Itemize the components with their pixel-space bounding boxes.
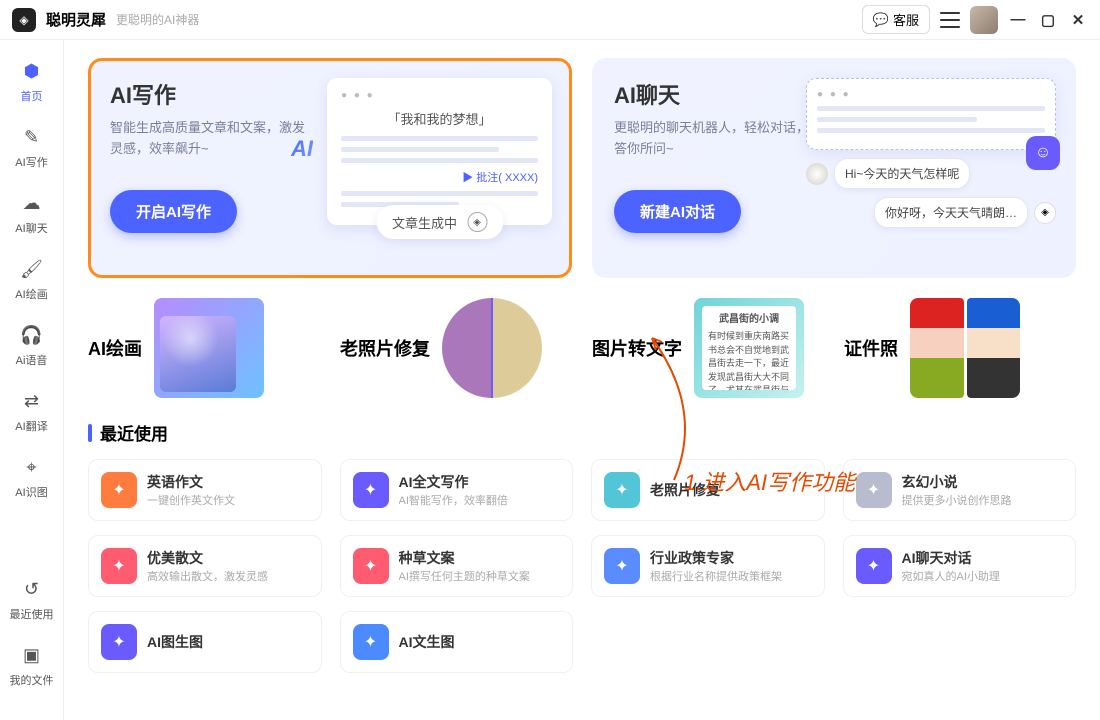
user-avatar[interactable]: [970, 6, 998, 34]
main-content: AI写作 智能生成高质量文章和文案，激发灵感，效率飙升~ 开启AI写作 AI ●…: [64, 40, 1100, 720]
hero-card-chat[interactable]: AI聊天 更聪明的聊天机器人，轻松对话，答你所问~ 新建AI对话 ● ● ● ☺…: [592, 58, 1076, 278]
sidebar-item-chat[interactable]: ☁AI聊天: [15, 190, 47, 236]
ai-badge: AI: [291, 136, 313, 162]
recent-item[interactable]: ✦AI聊天对话宛如真人的AI小助理: [843, 535, 1077, 597]
folder-icon: ▣: [19, 642, 45, 668]
chat-preview: ● ● ● ☺ Hi~今天的天气怎样呢 你好呀，今天天气晴朗…◈: [806, 78, 1056, 228]
sidebar-item-recent[interactable]: ↺最近使用: [10, 576, 54, 622]
paint-thumb: [154, 298, 264, 398]
new-ai-chat-button[interactable]: 新建AI对话: [614, 190, 741, 233]
headphone-icon: 🎧: [19, 322, 45, 348]
sidebar: ⬢首页 ✎AI写作 ☁AI聊天 🖌AI绘画 🎧Ai语音 ⇄AI翻译 ⌖AI识图 …: [0, 40, 64, 720]
user-avatar-icon: [806, 163, 828, 185]
window-minimize[interactable]: —: [1008, 11, 1028, 28]
sidebar-item-write[interactable]: ✎AI写作: [15, 124, 47, 170]
sidebar-item-home[interactable]: ⬢首页: [19, 58, 45, 104]
sidebar-item-ocr[interactable]: ⌖AI识图: [15, 454, 47, 500]
chat-bot-icon: ☺: [1026, 136, 1060, 170]
hero-write-desc: 智能生成高质量文章和文案，激发灵感，效率飙升~: [110, 118, 310, 160]
template-icon: ✦: [353, 624, 389, 660]
recent-item[interactable]: ✦AI图生图: [88, 611, 322, 673]
pen-icon: ✎: [19, 124, 45, 150]
feature-img-to-text[interactable]: 图片转文字 武昌街的小调有时候到重庆南路买书总会不自觉地到武昌街去走一下，最近发…: [592, 298, 824, 398]
speech-bubble-icon: 💬: [873, 12, 889, 28]
template-icon: ✦: [353, 548, 389, 584]
template-icon: ✦: [856, 548, 892, 584]
app-logo: ◈: [12, 8, 36, 32]
feature-ai-paint[interactable]: AI绘画: [88, 298, 320, 398]
stamp-icon: ◈: [467, 212, 487, 232]
write-preview-window: AI ● ● ● 「我和我的梦想」 ▶ 批注( XXXX) 文章生成中 ◈: [327, 78, 552, 225]
recent-item[interactable]: ✦玄幻小说提供更多小说创作思路: [843, 459, 1077, 521]
template-icon: ✦: [101, 472, 137, 508]
hero-chat-desc: 更聪明的聊天机器人，轻松对话，答你所问~: [614, 118, 814, 160]
template-icon: ✦: [101, 624, 137, 660]
recent-item[interactable]: ✦AI文生图: [340, 611, 574, 673]
window-maximize[interactable]: ▢: [1038, 11, 1058, 29]
bot-avatar-icon: ◈: [1034, 202, 1056, 224]
titlebar: ◈ 聪明灵犀 更聪明的AI神器 💬 客服 — ▢ ✕: [0, 0, 1100, 40]
template-icon: ✦: [856, 472, 892, 508]
hero-card-write[interactable]: AI写作 智能生成高质量文章和文案，激发灵感，效率飙升~ 开启AI写作 AI ●…: [88, 58, 572, 278]
history-icon: ↺: [19, 576, 45, 602]
recent-item[interactable]: ✦行业政策专家根据行业名称提供政策框架: [591, 535, 825, 597]
home-icon: ⬢: [19, 58, 45, 84]
recent-item[interactable]: ✦AI全文写作AI智能写作，效率翻倍: [340, 459, 574, 521]
sidebar-item-voice[interactable]: 🎧Ai语音: [16, 322, 48, 368]
generating-pill: 文章生成中 ◈: [376, 205, 503, 239]
recent-item[interactable]: ✦老照片修复: [591, 459, 825, 521]
sidebar-item-files[interactable]: ▣我的文件: [10, 642, 54, 688]
recent-item[interactable]: ✦种草文案AI撰写任何主题的种草文案: [340, 535, 574, 597]
ocr-thumb: 武昌街的小调有时候到重庆南路买书总会不自觉地到武昌街去走一下，最近发现武昌街大大…: [694, 298, 804, 398]
sidebar-item-translate[interactable]: ⇄AI翻译: [15, 388, 47, 434]
recent-grid: ✦英语作文一键创作英文作文 ✦AI全文写作AI智能写作，效率翻倍 ✦老照片修复 ✦玄幻…: [88, 459, 1076, 673]
id-thumb: [910, 298, 1020, 398]
recent-section-head: 最近使用: [88, 420, 1076, 445]
restore-thumb: [442, 298, 542, 398]
app-name: 聪明灵犀: [46, 9, 106, 30]
chat-icon: ☁: [19, 190, 45, 216]
start-ai-write-button[interactable]: 开启AI写作: [110, 190, 237, 233]
template-icon: ✦: [604, 548, 640, 584]
app-slogan: 更聪明的AI神器: [116, 11, 199, 28]
template-icon: ✦: [353, 472, 389, 508]
window-close[interactable]: ✕: [1068, 11, 1088, 29]
sidebar-item-paint[interactable]: 🖌AI绘画: [15, 256, 47, 302]
menu-icon[interactable]: [940, 12, 960, 28]
scan-icon: ⌖: [19, 454, 45, 480]
recent-item[interactable]: ✦英语作文一键创作英文作文: [88, 459, 322, 521]
feature-id-photo[interactable]: 证件照: [844, 298, 1076, 398]
template-icon: ✦: [604, 472, 640, 508]
feature-old-photo[interactable]: 老照片修复: [340, 298, 572, 398]
template-icon: ✦: [101, 548, 137, 584]
recent-item[interactable]: ✦优美散文高效输出散文，激发灵感: [88, 535, 322, 597]
brush-icon: 🖌: [19, 256, 45, 282]
translate-icon: ⇄: [19, 388, 45, 414]
customer-service-button[interactable]: 💬 客服: [862, 5, 930, 34]
